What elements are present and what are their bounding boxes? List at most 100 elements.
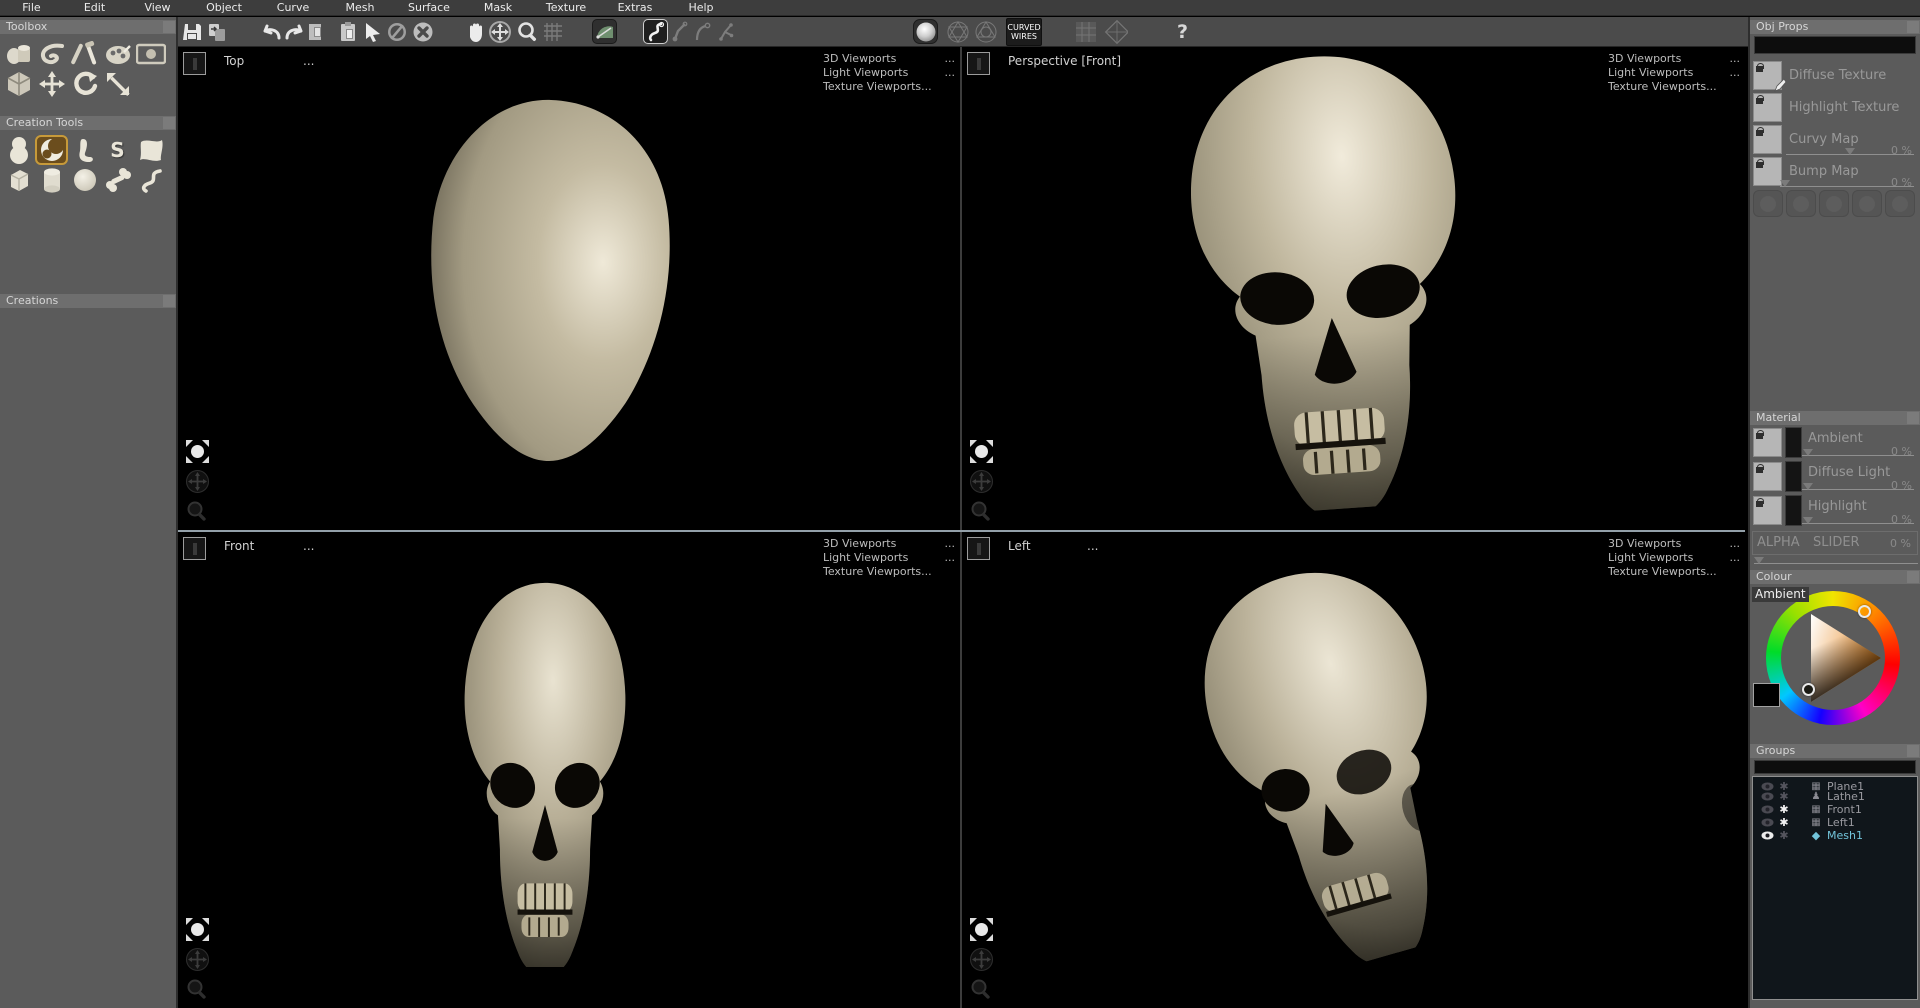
move-view-button[interactable] bbox=[487, 19, 512, 44]
zoom-icon[interactable] bbox=[969, 977, 994, 1002]
blob-tool-button[interactable] bbox=[2, 135, 35, 165]
toolbox-collapse-notch[interactable] bbox=[163, 21, 175, 33]
group-row-mesh1[interactable]: ✱ ◆ Mesh1 bbox=[1753, 829, 1917, 842]
draw-curve-button[interactable] bbox=[643, 19, 668, 44]
zoom-icon[interactable] bbox=[969, 499, 994, 524]
menu-3d-viewports[interactable]: 3D Viewports bbox=[1608, 52, 1681, 66]
help-button[interactable]: ? bbox=[1170, 19, 1195, 44]
hidden-wire-view-button[interactable] bbox=[973, 19, 998, 44]
texture-op-button-3[interactable] bbox=[1819, 190, 1849, 217]
group-row-left1[interactable]: ✱ ▦ Left1 bbox=[1753, 816, 1917, 829]
hue-marker[interactable] bbox=[1858, 605, 1871, 618]
pan-icon[interactable] bbox=[969, 947, 994, 972]
s-blob-tool-button[interactable]: S bbox=[101, 135, 134, 165]
eye-icon[interactable] bbox=[1759, 792, 1775, 801]
viewport-front-corner-button[interactable] bbox=[183, 537, 206, 560]
menu-3d-viewports-dots[interactable]: ... bbox=[945, 52, 956, 66]
eye-icon[interactable] bbox=[1759, 805, 1775, 814]
render-tool-button[interactable] bbox=[134, 39, 167, 69]
menu-light-viewports-dots[interactable]: ... bbox=[945, 551, 956, 565]
obj-name-input[interactable] bbox=[1754, 36, 1916, 54]
creation-tools-collapse-notch[interactable] bbox=[163, 117, 175, 129]
menu-view[interactable]: View bbox=[126, 1, 189, 14]
paint-tool-button[interactable] bbox=[101, 39, 134, 69]
menu-surface[interactable]: Surface bbox=[393, 1, 465, 14]
viewport-front-label[interactable]: Front bbox=[224, 539, 254, 553]
sphere-tool-button[interactable] bbox=[68, 165, 101, 195]
zoom-view-button[interactable] bbox=[515, 19, 540, 44]
group-name[interactable]: Front1 bbox=[1827, 803, 1862, 816]
ambient-colour-swatch[interactable] bbox=[1785, 427, 1802, 458]
menu-texture-viewports[interactable]: Texture Viewports... bbox=[823, 565, 932, 579]
curve-skeleton-button[interactable] bbox=[713, 19, 738, 44]
duplicate-button[interactable] bbox=[204, 19, 229, 44]
select-pointer-button[interactable] bbox=[360, 19, 385, 44]
wireframe-view-button[interactable] bbox=[945, 19, 970, 44]
menu-3d-viewports-dots[interactable]: ... bbox=[1730, 537, 1741, 551]
viewport-perspective-label[interactable]: Perspective [Front] bbox=[1008, 54, 1121, 68]
undo-button[interactable] bbox=[258, 19, 283, 44]
saturation-marker[interactable] bbox=[1802, 683, 1815, 696]
move-tool-button[interactable] bbox=[35, 69, 68, 99]
eye-icon[interactable] bbox=[1759, 782, 1775, 791]
highlight-colour-swatch[interactable] bbox=[1785, 495, 1802, 526]
toolbox-header[interactable]: Toolbox bbox=[0, 20, 176, 34]
cube-tool-button[interactable] bbox=[2, 165, 35, 195]
groups-filter-input[interactable] bbox=[1754, 760, 1916, 774]
bump-map-thumbnail[interactable] bbox=[1753, 157, 1782, 186]
viewport-top-label-dots[interactable]: ... bbox=[303, 54, 314, 68]
groups-header[interactable]: Groups bbox=[1750, 744, 1920, 758]
menu-mask[interactable]: Mask bbox=[465, 1, 531, 14]
viewport-front-label-dots[interactable]: ... bbox=[303, 539, 314, 553]
current-colour-swatch[interactable] bbox=[1753, 683, 1780, 707]
zoom-icon[interactable] bbox=[185, 977, 210, 1002]
menu-texture-viewports[interactable]: Texture Viewports... bbox=[823, 80, 932, 94]
menu-3d-viewports[interactable]: 3D Viewports bbox=[1608, 537, 1681, 551]
ambient-slider[interactable] bbox=[1802, 455, 1914, 456]
group-name[interactable]: Lathe1 bbox=[1827, 790, 1865, 803]
menu-object[interactable]: Object bbox=[189, 1, 259, 14]
viewport-left-corner-button[interactable] bbox=[967, 537, 990, 560]
diffuse-light-thumbnail[interactable] bbox=[1753, 462, 1782, 491]
menu-light-viewports[interactable]: Light Viewports bbox=[823, 66, 908, 80]
grid-toggle-button[interactable] bbox=[540, 19, 565, 44]
viewport-perspective[interactable]: Perspective [Front] 3D Viewports... Ligh… bbox=[962, 47, 1745, 530]
menu-3d-viewports-dots[interactable]: ... bbox=[1730, 52, 1741, 66]
menu-texture-viewports[interactable]: Texture Viewports... bbox=[1608, 80, 1717, 94]
alpha-slider[interactable] bbox=[1754, 563, 1918, 564]
attach-curve-button[interactable] bbox=[690, 19, 715, 44]
slider-thumb[interactable] bbox=[1803, 449, 1813, 456]
menu-edit[interactable]: Edit bbox=[63, 1, 126, 14]
menu-curve[interactable]: Curve bbox=[259, 1, 327, 14]
colour-header[interactable]: Colour bbox=[1750, 570, 1920, 584]
material-collapse-notch[interactable] bbox=[1907, 412, 1919, 424]
plane-grid-button[interactable] bbox=[1073, 19, 1098, 44]
utility-tools-button[interactable] bbox=[68, 39, 101, 69]
curved-wires-button[interactable]: CURVED WIRES bbox=[1006, 18, 1042, 46]
lathe-tool-button[interactable] bbox=[35, 135, 68, 165]
curvy-map-label[interactable]: Curvy Map bbox=[1789, 132, 1859, 147]
viewport-perspective-corner-button[interactable] bbox=[967, 52, 990, 75]
diamond-wire-button[interactable] bbox=[1103, 19, 1128, 44]
eye-icon[interactable] bbox=[1759, 818, 1775, 827]
diffuse-light-label[interactable]: Diffuse Light bbox=[1808, 465, 1890, 480]
group-row-front1[interactable]: ✱ ▦ Front1 bbox=[1753, 803, 1917, 816]
saturation-value-triangle[interactable] bbox=[1781, 606, 1885, 710]
viewport-top-label[interactable]: Top bbox=[224, 54, 244, 68]
diffuse-light-slider[interactable] bbox=[1802, 489, 1914, 490]
texture-op-button-1[interactable] bbox=[1753, 190, 1783, 217]
group-row-lathe1[interactable]: ✱ ♟ Lathe1 bbox=[1753, 790, 1917, 803]
texture-op-button-5[interactable] bbox=[1885, 190, 1915, 217]
ambient-thumbnail[interactable] bbox=[1753, 428, 1782, 457]
orbit-icon[interactable] bbox=[185, 439, 210, 464]
group-row-plane1[interactable]: ✱ ▦ Plane1 bbox=[1753, 777, 1917, 790]
curve-tool-button[interactable] bbox=[134, 165, 167, 195]
texture-op-button-2[interactable] bbox=[1786, 190, 1816, 217]
texture-op-button-4[interactable] bbox=[1852, 190, 1882, 217]
object-mode-button[interactable] bbox=[2, 69, 35, 99]
plane-tool-button[interactable] bbox=[134, 135, 167, 165]
deselect-button[interactable] bbox=[384, 19, 409, 44]
scale-tool-button[interactable] bbox=[101, 69, 134, 99]
creation-tools-header[interactable]: Creation Tools bbox=[0, 116, 176, 130]
creations-collapse-notch[interactable] bbox=[163, 295, 175, 307]
